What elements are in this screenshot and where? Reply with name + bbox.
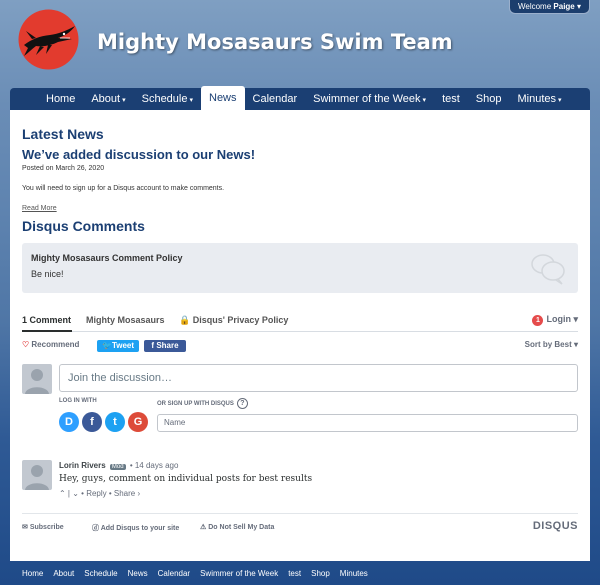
- comment-author[interactable]: Lorin Rivers: [59, 461, 106, 470]
- nav-shop[interactable]: Shop: [468, 88, 510, 110]
- facebook-icon: f: [151, 341, 155, 350]
- disqus-tabs: 1 Comment Mighty Mosasaurs 🔒 Disqus' Pri…: [22, 310, 578, 332]
- envelope-icon: ✉: [22, 524, 28, 531]
- reply-link[interactable]: Reply: [86, 489, 106, 498]
- downvote-icon[interactable]: ⌄: [72, 489, 79, 498]
- tab-community[interactable]: Mighty Mosasaurs: [86, 315, 165, 325]
- name-field[interactable]: Name: [157, 414, 578, 432]
- comment-policy: Mighty Mosasaurs Comment Policy Be nice!: [22, 243, 578, 293]
- chevron-down-icon: ▾: [189, 97, 193, 104]
- warning-icon: ⚠: [200, 524, 207, 531]
- comment-actions: ⌃ | ⌄ • Reply • Share ›: [59, 489, 141, 498]
- social-login-buttons: D f t G: [59, 412, 148, 432]
- post-date: Posted on March 26, 2020: [22, 165, 105, 172]
- welcome-user: Paige: [553, 2, 575, 11]
- footer-link-news[interactable]: News: [128, 569, 148, 578]
- tab-comments[interactable]: 1 Comment: [22, 315, 71, 325]
- nav-swimmer-of-the-week[interactable]: Swimmer of the Week ▾: [305, 88, 434, 110]
- chevron-down-icon: ▾: [122, 97, 126, 104]
- share-link[interactable]: Share ›: [114, 489, 140, 498]
- login-button[interactable]: 1 Login ▾: [532, 314, 578, 326]
- nav-home[interactable]: Home: [38, 88, 83, 110]
- policy-title: Mighty Mosasaurs Comment Policy: [31, 253, 183, 263]
- footer-link-shop[interactable]: Shop: [311, 569, 330, 578]
- comment-body: Hey, guys, comment on individual posts f…: [59, 474, 313, 484]
- footer-link-swimmer-of-the-week[interactable]: Swimmer of the Week: [200, 569, 278, 578]
- mod-badge: Mod: [109, 464, 126, 470]
- footer-link-schedule[interactable]: Schedule: [84, 569, 117, 578]
- footer-nav: Home About Schedule News Calendar Swimme…: [22, 569, 378, 578]
- policy-text: Be nice!: [31, 269, 64, 279]
- main-nav: Home About ▾ Schedule ▾ News Calendar Swim…: [10, 86, 590, 110]
- chevron-down-icon: ▾: [573, 314, 578, 324]
- welcome-user-menu[interactable]: Welcome Paige ▾: [508, 0, 590, 14]
- footer-link-home[interactable]: Home: [22, 569, 43, 578]
- facebook-login-icon[interactable]: f: [82, 412, 102, 432]
- speech-bubbles-icon: [531, 254, 565, 285]
- post-title[interactable]: We’ve added discussion to our News!: [22, 147, 255, 162]
- nav-calendar[interactable]: Calendar: [245, 88, 306, 110]
- disqus-heading: Disqus Comments: [22, 218, 145, 234]
- disqus-icon: ⓓ: [92, 525, 99, 532]
- sort-dropdown[interactable]: Sort by Best ▾: [525, 340, 578, 349]
- welcome-prefix: Welcome: [517, 2, 552, 11]
- twitter-login-icon[interactable]: t: [105, 412, 125, 432]
- nav-minutes[interactable]: Minutes ▾: [510, 88, 570, 110]
- twitter-icon: 🐦: [101, 341, 112, 350]
- chevron-down-icon: ▾: [576, 2, 581, 11]
- do-not-sell-link[interactable]: ⚠ Do Not Sell My Data: [200, 523, 274, 531]
- lock-icon: 🔒: [179, 315, 191, 325]
- help-icon[interactable]: ?: [236, 398, 248, 409]
- mosasaur-logo[interactable]: [18, 9, 79, 70]
- thread-actions: ♡ Recommend 🐦Tweet f Share Sort by Best …: [22, 340, 578, 354]
- disqus-footer: ✉ Subscribe ⓓ Add Disqus to your site ⚠ …: [22, 513, 578, 533]
- nav-news[interactable]: News: [201, 86, 245, 110]
- subscribe-link[interactable]: ✉ Subscribe: [22, 523, 64, 531]
- site-title[interactable]: Mighty Mosasaurs Swim Team: [97, 30, 453, 54]
- recommend-button[interactable]: ♡ Recommend: [22, 340, 79, 349]
- tab-privacy-policy[interactable]: 🔒 Disqus' Privacy Policy: [179, 315, 288, 326]
- nav-about[interactable]: About ▾: [83, 88, 133, 110]
- comment-input[interactable]: Join the discussion…: [59, 364, 578, 392]
- avatar: [22, 364, 52, 394]
- footer-link-calendar[interactable]: Calendar: [158, 569, 190, 578]
- post-excerpt: You will need to sign up for a Disqus ac…: [22, 185, 225, 192]
- signup-label: OR SIGN UP WITH DISQUS?: [157, 398, 248, 409]
- chevron-down-icon: ▾: [422, 97, 427, 104]
- read-more-link[interactable]: Read More: [22, 205, 57, 212]
- heart-icon: ♡: [22, 340, 30, 349]
- page-title: Latest News: [22, 126, 104, 142]
- facebook-share-button[interactable]: f Share: [144, 340, 186, 352]
- tweet-button[interactable]: 🐦Tweet: [97, 340, 139, 352]
- notification-badge: 1: [532, 315, 544, 326]
- google-login-icon[interactable]: G: [128, 412, 148, 432]
- nav-schedule[interactable]: Schedule ▾: [134, 88, 201, 110]
- active-tab-indicator: [22, 330, 72, 332]
- chevron-down-icon: ▾: [558, 97, 562, 104]
- footer-link-about[interactable]: About: [53, 569, 74, 578]
- footer-link-test[interactable]: test: [288, 569, 301, 578]
- disqus-login-icon[interactable]: D: [59, 412, 79, 432]
- comment-time[interactable]: 14 days ago: [135, 461, 179, 470]
- footer-link-minutes[interactable]: Minutes: [340, 569, 368, 578]
- disqus-logo[interactable]: DISQUS: [533, 520, 578, 532]
- upvote-icon[interactable]: ⌃: [59, 489, 66, 498]
- login-with-label: LOG IN WITH: [59, 398, 97, 404]
- commenter-avatar[interactable]: [22, 460, 52, 490]
- nav-test[interactable]: test: [434, 88, 468, 110]
- comment-meta: Lorin Rivers Mod • 14 days ago: [59, 461, 179, 470]
- add-disqus-link[interactable]: ⓓ Add Disqus to your site: [92, 523, 179, 533]
- content-panel: Latest News We’ve added discussion to ou…: [10, 110, 590, 561]
